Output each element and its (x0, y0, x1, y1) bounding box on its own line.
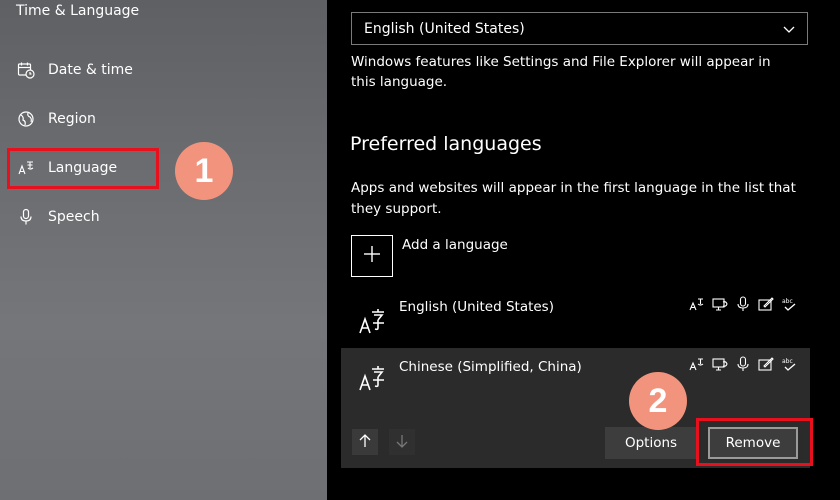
sidebar-item-region[interactable]: Region (16, 107, 96, 131)
step-badge-2: 2 (629, 372, 687, 430)
handwriting-feature-icon (757, 355, 775, 373)
sidebar-item-speech[interactable]: Speech (16, 205, 100, 229)
sidebar-item-label: Region (48, 111, 96, 127)
display-language-dropdown[interactable]: English (United States) (351, 12, 808, 45)
display-language-feature-icon (688, 355, 706, 373)
spell-check-feature-icon: abc (780, 295, 798, 313)
microphone-icon (16, 207, 36, 227)
move-up-button[interactable] (352, 429, 378, 455)
display-language-value: English (United States) (364, 20, 525, 37)
display-language-description: Windows features like Settings and File … (351, 54, 771, 90)
sidebar-item-label: Speech (48, 209, 100, 225)
text-to-speech-feature-icon (711, 295, 729, 313)
globe-icon (16, 109, 36, 129)
step-badge-1: 1 (175, 142, 233, 200)
add-language-button[interactable] (351, 235, 393, 277)
remove-highlight-box (696, 418, 813, 466)
add-language-label[interactable]: Add a language (402, 237, 508, 253)
svg-text:abc: abc (782, 298, 793, 305)
preferred-languages-heading: Preferred languages (350, 133, 542, 155)
language-name: Chinese (Simplified, China) (399, 359, 582, 375)
arrow-down-icon (395, 433, 409, 452)
chevron-down-icon (781, 21, 797, 41)
speech-recognition-feature-icon (734, 355, 752, 373)
language-item-english[interactable]: English (United States) abc (341, 288, 810, 348)
language-icon (357, 363, 387, 397)
arrow-up-icon (358, 433, 372, 452)
handwriting-feature-icon (757, 295, 775, 313)
sidebar-title: Time & Language (16, 3, 140, 19)
language-icon (357, 306, 387, 340)
preferred-languages-description: Apps and websites will appear in the fir… (351, 180, 796, 217)
plus-icon (362, 244, 382, 268)
sidebar-item-label: Date & time (48, 62, 133, 78)
sidebar: Time & Language Date & time Region Langu… (0, 0, 327, 500)
options-button[interactable]: Options (605, 427, 697, 459)
spell-check-feature-icon: abc (780, 355, 798, 373)
calendar-clock-icon (16, 60, 36, 80)
language-name: English (United States) (399, 299, 554, 315)
text-to-speech-feature-icon (711, 355, 729, 373)
speech-recognition-feature-icon (734, 295, 752, 313)
sidebar-item-date-time[interactable]: Date & time (16, 58, 133, 82)
language-highlight-box (7, 148, 159, 189)
svg-text:abc: abc (782, 358, 793, 365)
move-down-button[interactable] (389, 429, 415, 455)
display-language-feature-icon (688, 295, 706, 313)
